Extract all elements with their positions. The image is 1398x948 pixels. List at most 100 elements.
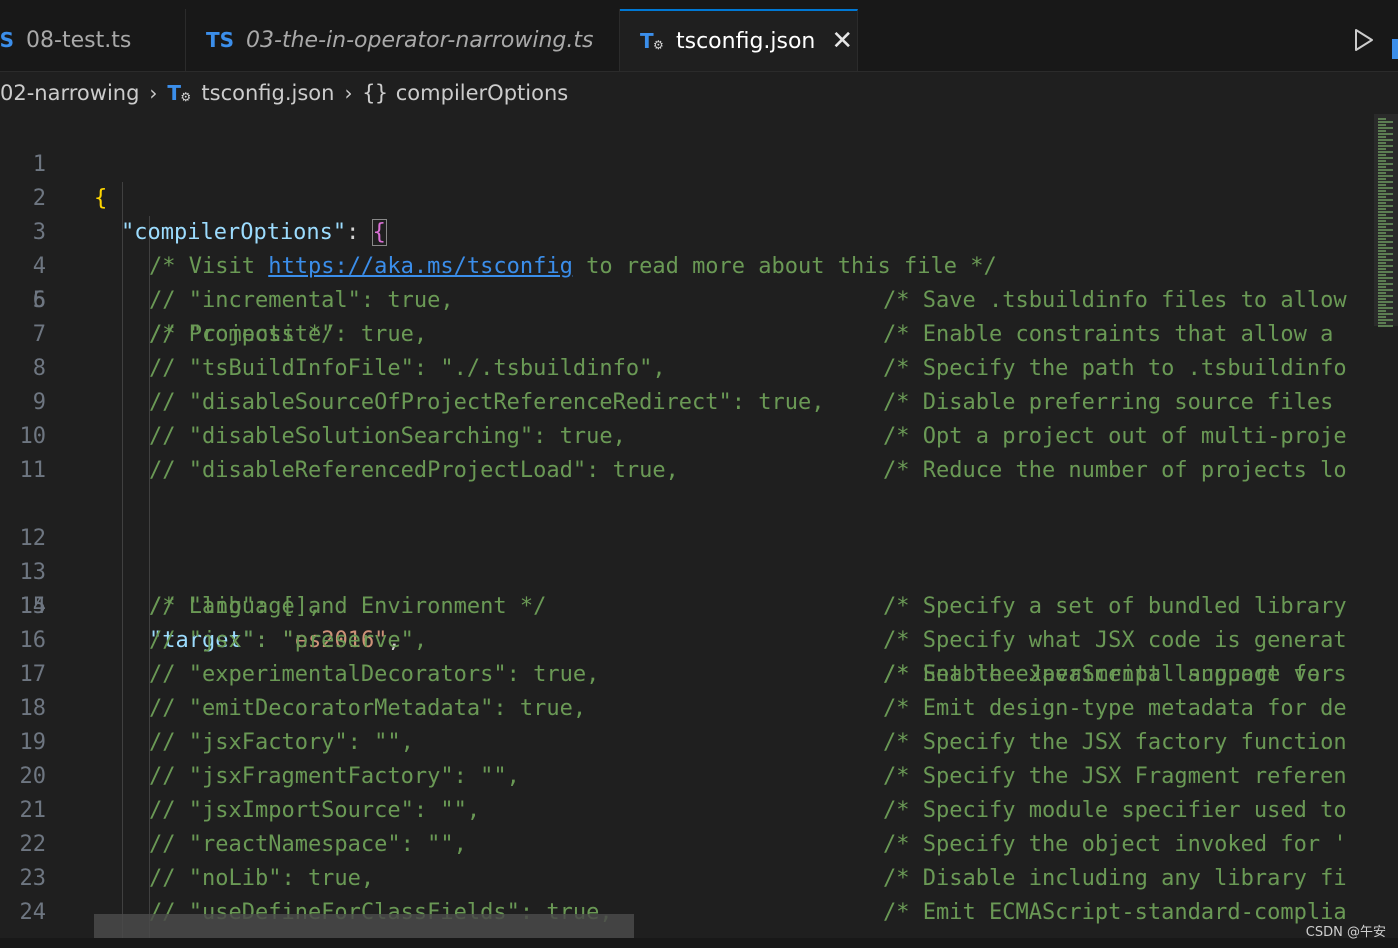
code-line: 19 // "jsxFactory": "", /* Specify the JSX… bbox=[0, 726, 1368, 760]
minimap-line bbox=[1378, 238, 1386, 240]
line-number: 21 bbox=[19, 798, 47, 823]
code-editor[interactable]: 1 { 2 "compilerOptions": { 3 /* Visit ht… bbox=[0, 114, 1368, 938]
minimap-line bbox=[1378, 301, 1393, 303]
code-text: // "jsxFactory": "", bbox=[149, 730, 414, 755]
minimap-line bbox=[1378, 214, 1386, 216]
code-line: 10 // "disableSolutionSearching": true, /*… bbox=[0, 420, 1368, 454]
breadcrumb-folder[interactable]: 02-narrowing bbox=[0, 81, 139, 105]
minimap-line bbox=[1378, 292, 1386, 294]
breadcrumb: 02-narrowing › T ⚙ tsconfig.json › {} com… bbox=[0, 72, 1398, 114]
code-line: 4 bbox=[0, 216, 1368, 279]
minimap-line bbox=[1378, 193, 1393, 195]
minimap-line bbox=[1378, 154, 1386, 156]
minimap-line bbox=[1378, 127, 1393, 129]
minimap-line bbox=[1378, 157, 1393, 159]
code-comment: /* Disable including any library fi bbox=[883, 866, 1347, 891]
code-line: 14 "target": "es2016", /* Set the JavaSc… bbox=[0, 556, 1368, 687]
line-number: 17 bbox=[19, 662, 47, 687]
code-line: 16 // "jsx": "preserve", /* Specify what J… bbox=[0, 624, 1368, 658]
code-line: 23 // "noLib": true, /* Disable including … bbox=[0, 862, 1368, 896]
minimap-line bbox=[1378, 151, 1393, 153]
minimap[interactable] bbox=[1368, 114, 1398, 938]
code-comment: /* Specify the path to .tsbuildinfo bbox=[883, 356, 1347, 381]
minimap-line bbox=[1378, 268, 1386, 270]
minimap-line bbox=[1378, 322, 1386, 324]
minimap-line bbox=[1378, 136, 1386, 138]
run-icon[interactable] bbox=[1350, 27, 1376, 53]
minimap-line bbox=[1378, 196, 1386, 198]
minimap-line bbox=[1378, 289, 1393, 291]
minimap-line bbox=[1378, 280, 1386, 282]
minimap-line bbox=[1378, 319, 1393, 321]
line-number: 16 bbox=[19, 628, 47, 653]
breadcrumb-file[interactable]: tsconfig.json bbox=[201, 81, 334, 105]
minimap-line bbox=[1378, 142, 1386, 144]
code-text: // "disableReferencedProjectLoad": true, bbox=[149, 458, 679, 483]
minimap-line bbox=[1378, 325, 1393, 327]
code-line: 13 /* Language and Environment */ bbox=[0, 522, 1368, 619]
tsconfig-file-icon: T ⚙ bbox=[640, 29, 664, 53]
code-text: // "noLib": true, bbox=[149, 866, 375, 891]
tab-in-operator-narrowing[interactable]: TS 03-the-in-operator-narrowing.ts bbox=[186, 9, 620, 71]
minimap-line bbox=[1378, 241, 1393, 243]
tab-label: 08-test.ts bbox=[26, 27, 132, 53]
code-comment: /* Disable preferring source files bbox=[883, 390, 1334, 415]
code-comment: /* Reduce the number of projects lo bbox=[883, 458, 1347, 483]
code-line: 18 // "emitDecoratorMetadata": true, /* Em… bbox=[0, 692, 1368, 726]
line-number: 20 bbox=[19, 764, 47, 789]
minimap-line bbox=[1378, 121, 1393, 123]
minimap-line bbox=[1378, 145, 1393, 147]
minimap-line bbox=[1378, 178, 1386, 180]
minimap-line bbox=[1378, 307, 1393, 309]
line-number: 22 bbox=[19, 832, 47, 857]
code-comment: /* Specify the JSX Fragment referen bbox=[883, 764, 1347, 789]
minimap-line bbox=[1378, 202, 1386, 204]
minimap-line bbox=[1378, 247, 1393, 249]
minimap-line bbox=[1378, 175, 1393, 177]
code-line: 17 // "experimentalDecorators": true, /* E… bbox=[0, 658, 1368, 692]
line-number: 23 bbox=[19, 866, 47, 891]
minimap-line bbox=[1378, 148, 1386, 150]
tab-08-test[interactable]: TS 08-test.ts bbox=[0, 9, 186, 71]
minimap-line bbox=[1378, 205, 1393, 207]
code-line: 15 // "lib": [], /* Specify a set of bundl… bbox=[0, 590, 1368, 624]
code-comment: /* Specify a set of bundled library bbox=[883, 594, 1347, 619]
code-comment: /* Specify module specifier used to bbox=[883, 798, 1347, 823]
minimap-line bbox=[1378, 232, 1386, 234]
minimap-line bbox=[1378, 187, 1393, 189]
minimap-line bbox=[1378, 169, 1393, 171]
tab-tsconfig[interactable]: T ⚙ tsconfig.json ✕ bbox=[620, 9, 858, 71]
minimap-line bbox=[1378, 166, 1386, 168]
chevron-right-icon: › bbox=[344, 81, 353, 105]
minimap-line bbox=[1378, 172, 1386, 174]
minimap-line bbox=[1378, 124, 1386, 126]
line-number: 8 bbox=[32, 356, 46, 381]
minimap-line bbox=[1378, 163, 1393, 165]
line-number: 10 bbox=[19, 424, 47, 449]
minimap-line bbox=[1378, 217, 1393, 219]
minimap-line bbox=[1378, 271, 1393, 273]
close-icon[interactable]: ✕ bbox=[831, 28, 853, 54]
minimap-line bbox=[1378, 313, 1393, 315]
code-line: 21 // "jsxImportSource": "", /* Specify mo… bbox=[0, 794, 1368, 828]
code-line: 12 bbox=[0, 488, 1368, 551]
code-comment: /* Save .tsbuildinfo files to allow bbox=[883, 288, 1347, 313]
code-text: // "jsxImportSource": "", bbox=[149, 798, 481, 823]
minimap-line bbox=[1378, 133, 1393, 135]
minimap-line bbox=[1378, 286, 1386, 288]
minimap-line bbox=[1378, 295, 1393, 297]
line-number: 9 bbox=[32, 390, 46, 415]
code-text: // "tsBuildInfoFile": "./.tsbuildinfo", bbox=[149, 356, 666, 381]
minimap-line bbox=[1378, 250, 1386, 252]
minimap-line bbox=[1378, 316, 1386, 318]
tab-label: tsconfig.json bbox=[676, 28, 816, 54]
minimap-line bbox=[1378, 298, 1386, 300]
horizontal-scrollbar[interactable] bbox=[94, 914, 634, 938]
minimap-line bbox=[1378, 256, 1386, 258]
line-number: 19 bbox=[19, 730, 47, 755]
breadcrumb-symbol[interactable]: compilerOptions bbox=[396, 81, 568, 105]
code-text: // "incremental": true, bbox=[149, 288, 454, 313]
code-comment: /* Specify the object invoked for ' bbox=[883, 832, 1347, 857]
minimap-line bbox=[1378, 259, 1393, 261]
overflow-indicator bbox=[1392, 39, 1398, 59]
